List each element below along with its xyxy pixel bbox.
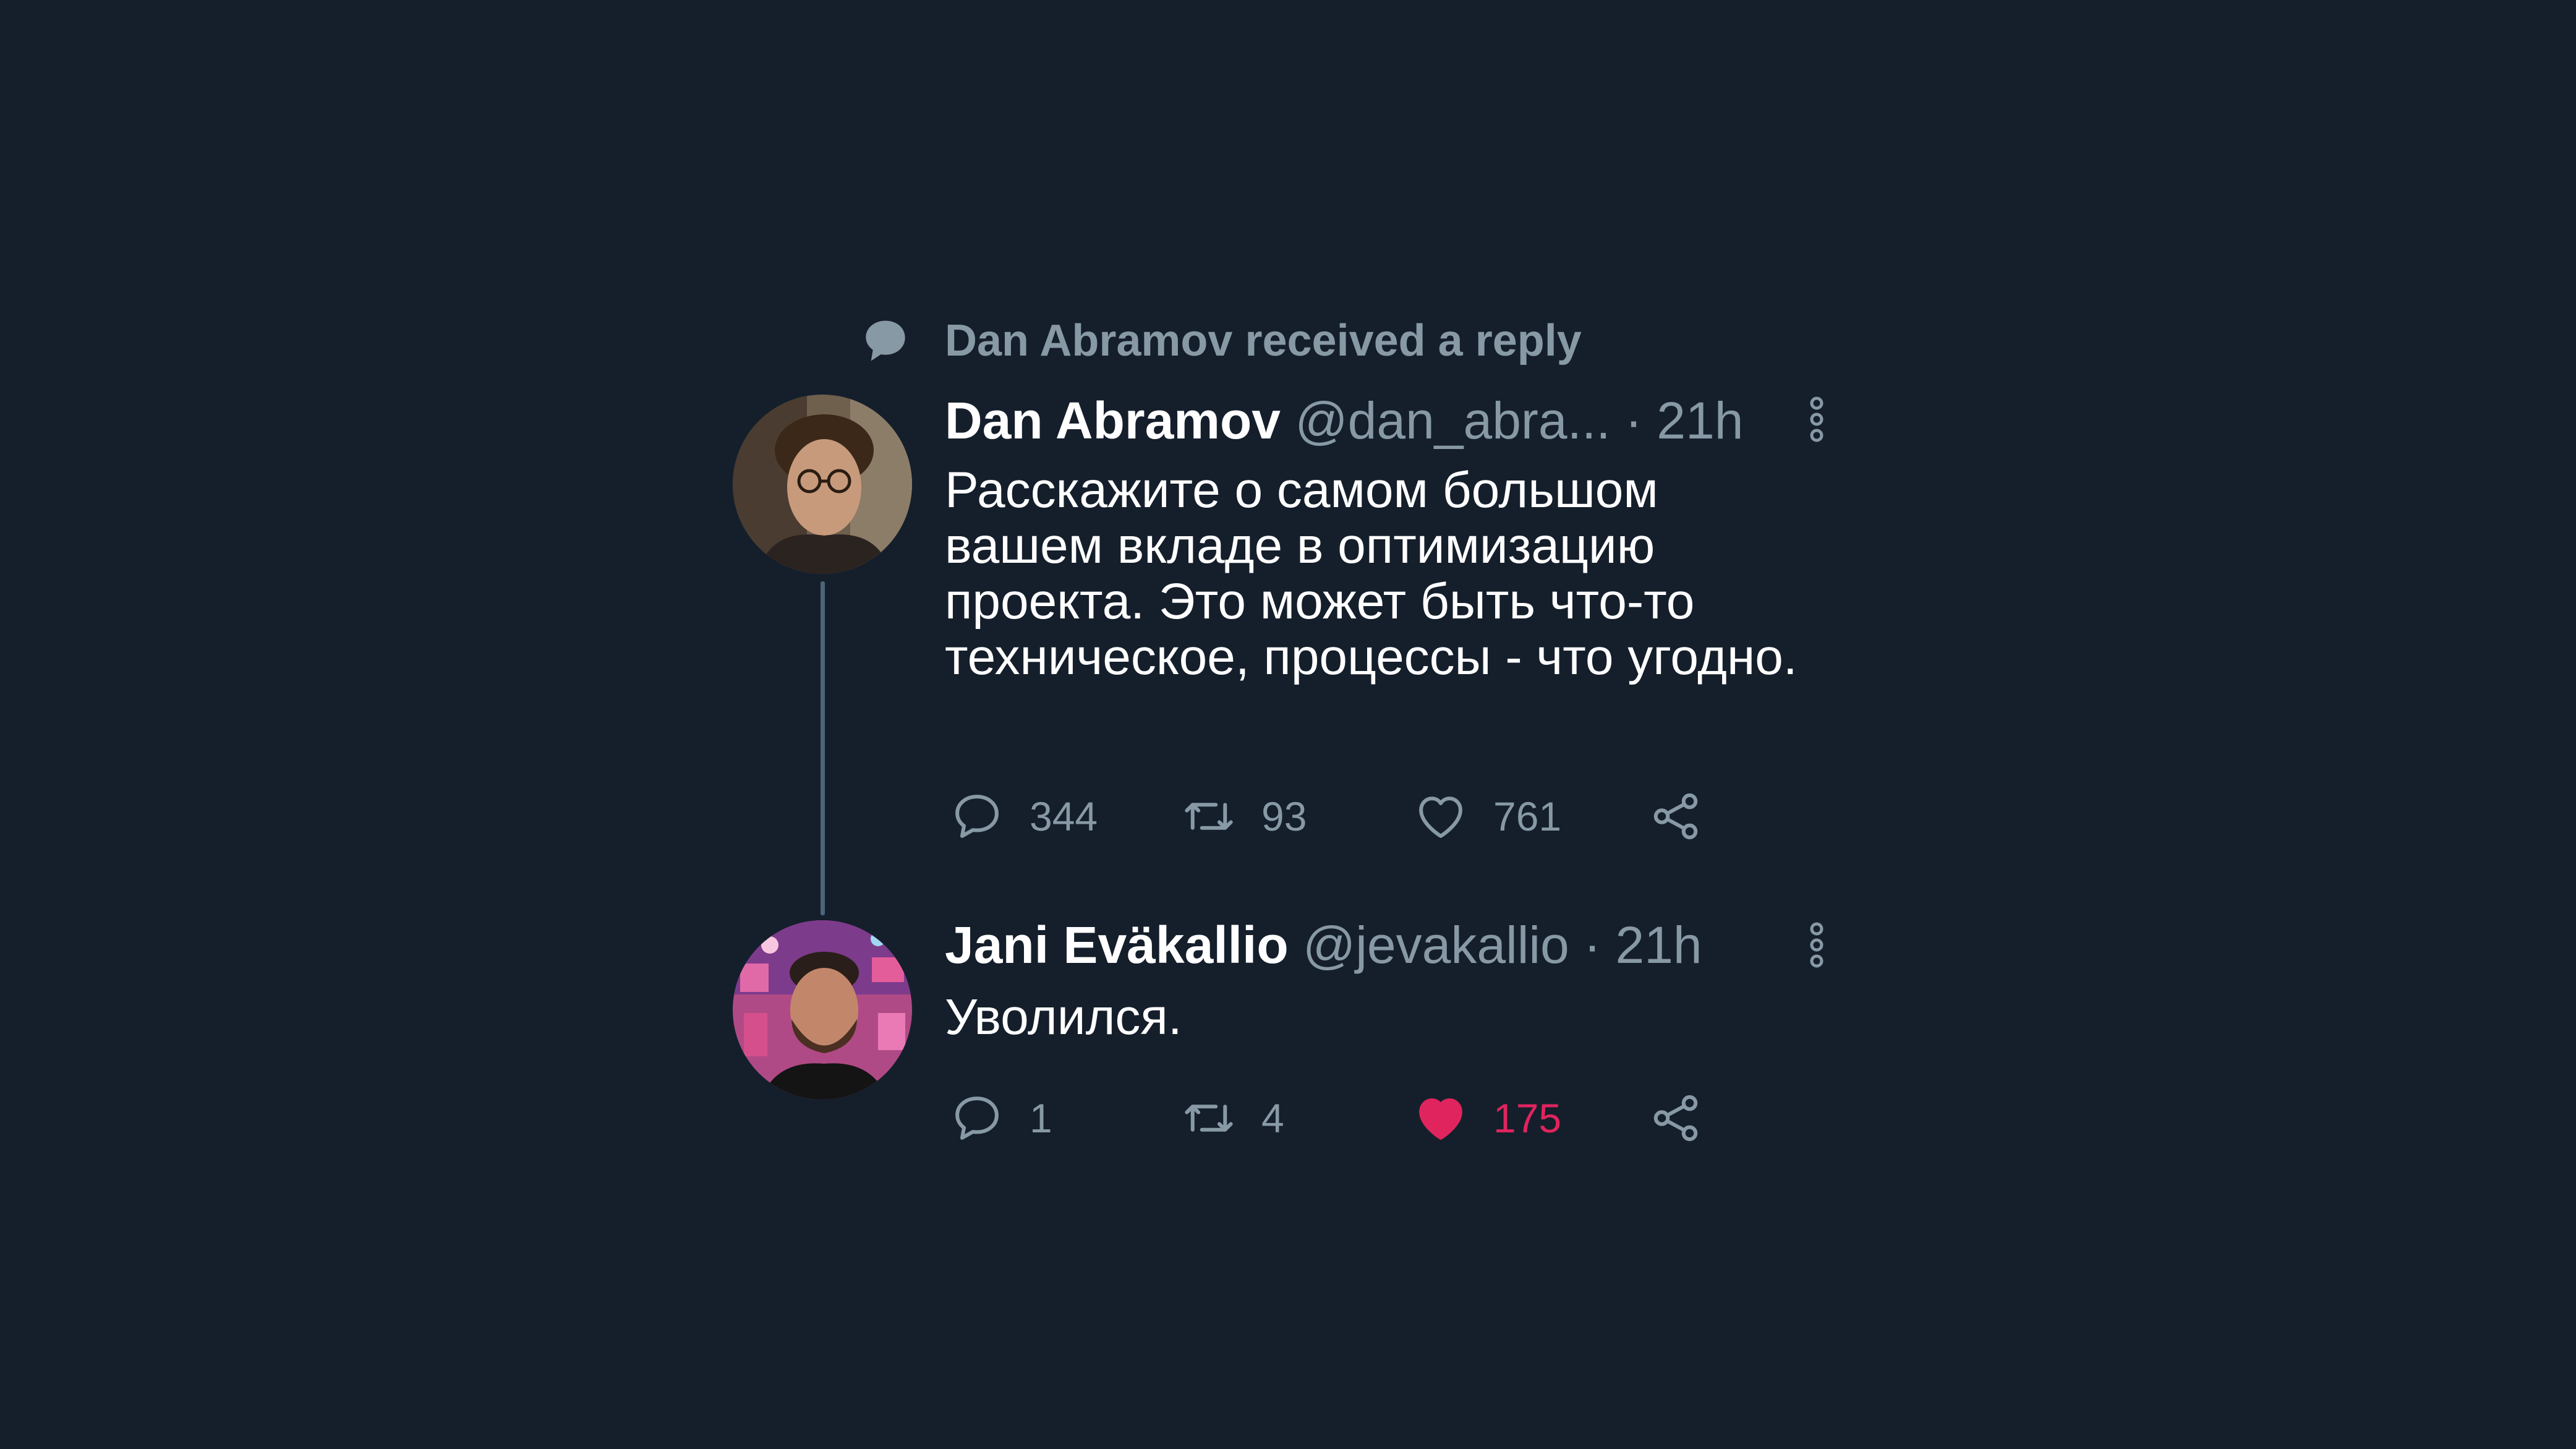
tweet-header: Jani Eväkallio @jevakallio · 21h <box>945 914 1702 976</box>
avatar[interactable] <box>733 395 912 574</box>
reply-bubble-icon <box>955 795 999 838</box>
retweet-count: 93 <box>1261 793 1307 839</box>
retweet-icon <box>1185 1105 1233 1132</box>
share-icon <box>1653 1095 1698 1142</box>
separator: · <box>1569 916 1616 974</box>
separator: · <box>1610 391 1657 450</box>
share-icon <box>1653 793 1698 840</box>
author-name[interactable]: Dan Abramov <box>945 391 1281 450</box>
share-button[interactable] <box>1648 785 1704 847</box>
heart-icon <box>1419 1098 1462 1140</box>
reply-count: 1 <box>1030 1095 1052 1141</box>
thread-connector <box>821 581 825 915</box>
reply-button[interactable]: 344 <box>949 785 1098 847</box>
reply-bubble-icon <box>955 1096 999 1140</box>
retweet-button[interactable]: 93 <box>1181 785 1307 847</box>
like-button[interactable]: 761 <box>1413 785 1561 847</box>
reply-count: 344 <box>1030 793 1098 839</box>
retweet-button[interactable]: 4 <box>1181 1087 1284 1149</box>
context-label: Dan Abramov received a reply <box>945 316 1582 365</box>
timestamp[interactable]: 21h <box>1615 916 1702 974</box>
speech-bubble-icon <box>861 317 910 366</box>
like-count: 761 <box>1493 793 1562 839</box>
like-button[interactable]: 175 <box>1413 1087 1561 1149</box>
tweet-header: Dan Abramov @dan_abra... · 21h <box>945 390 1743 451</box>
more-vertical-icon[interactable] <box>1804 920 1829 970</box>
avatar[interactable] <box>733 920 912 1100</box>
tweet-text: Расскажите о самом большом вашем вкладе … <box>945 462 1798 685</box>
tweet-text: Уволился. <box>945 989 1182 1045</box>
author-name[interactable]: Jani Eväkallio <box>945 916 1289 974</box>
reply-button[interactable]: 1 <box>949 1087 1052 1149</box>
timestamp[interactable]: 21h <box>1657 391 1743 450</box>
like-count: 175 <box>1493 1095 1562 1141</box>
more-vertical-icon[interactable] <box>1804 395 1829 444</box>
share-button[interactable] <box>1648 1087 1704 1149</box>
author-handle[interactable]: @jevakallio <box>1303 916 1569 974</box>
heart-icon <box>1419 797 1462 838</box>
retweet-count: 4 <box>1261 1095 1284 1141</box>
author-handle[interactable]: @dan_abra... <box>1295 391 1610 450</box>
retweet-icon <box>1185 803 1233 830</box>
